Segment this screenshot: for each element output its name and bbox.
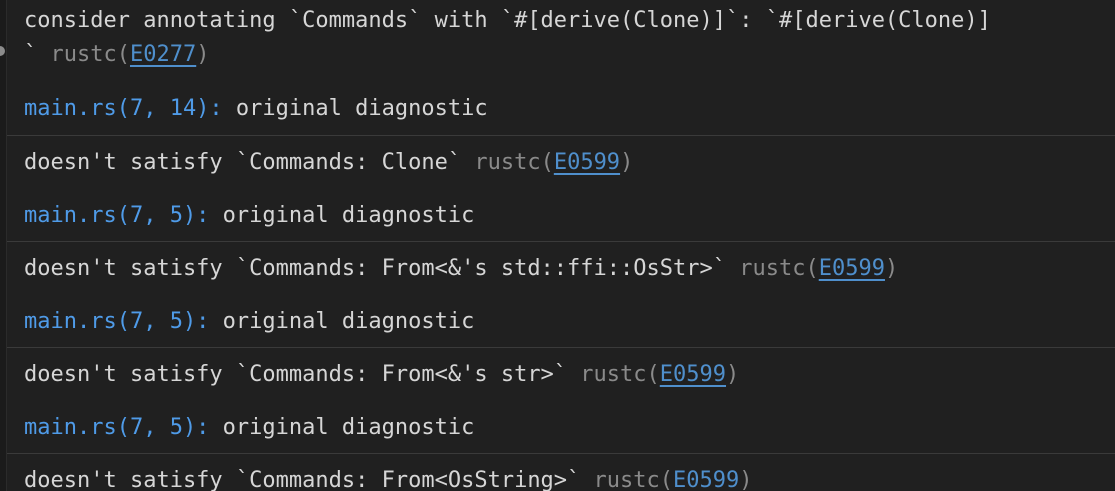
- diagnostic-message-line: doesn't satisfy `Commands: From<&'s std:…: [24, 250, 1115, 287]
- related-text: original diagnostic: [209, 203, 475, 228]
- diagnostic-entry: consider annotating `Commands` with `#[d…: [7, 0, 1115, 136]
- paren-close: ): [726, 362, 740, 387]
- diagnostic-source: rustc: [50, 42, 117, 67]
- diagnostic-message-line: doesn't satisfy `Commands: From<OsString…: [24, 462, 1115, 491]
- diagnostic-source: rustc: [593, 468, 660, 491]
- diagnostic-message: doesn't satisfy `Commands: Clone`: [24, 150, 475, 175]
- diagnostic-source: rustc: [580, 362, 647, 387]
- paren-open: (: [116, 42, 130, 67]
- error-code-link[interactable]: E0599: [554, 150, 620, 175]
- paren-open: (: [646, 362, 660, 387]
- diagnostic-message-line: doesn't satisfy `Commands: Clone` rustc(…: [24, 144, 1115, 181]
- diagnostic-message-line: consider annotating `Commands` with `#[d…: [24, 0, 1115, 37]
- paren-close: ): [620, 150, 634, 175]
- diagnostic-entry: doesn't satisfy `Commands: Clone` rustc(…: [7, 136, 1115, 242]
- error-code-link[interactable]: E0599: [819, 256, 885, 281]
- paren-close: ): [196, 42, 210, 67]
- diagnostic-message-line: ` rustc(E0277): [24, 37, 1115, 73]
- related-information: main.rs(7, 5): original diagnostic: [24, 197, 1115, 234]
- diagnostic-message: consider annotating `Commands` with `#[d…: [24, 8, 991, 33]
- paren-close: ): [739, 468, 753, 491]
- editor-gutter-edge: [0, 0, 7, 491]
- diagnostics-hover-panel: consider annotating `Commands` with `#[d…: [7, 0, 1115, 491]
- related-text: original diagnostic: [209, 309, 475, 334]
- paren-open: (: [805, 256, 819, 281]
- diagnostic-source: rustc: [739, 256, 806, 281]
- diagnostic-source: rustc: [474, 150, 541, 175]
- related-information: main.rs(7, 5): original diagnostic: [24, 303, 1115, 340]
- diagnostic-entry: doesn't satisfy `Commands: From<&'s std:…: [7, 242, 1115, 348]
- paren-open: (: [540, 150, 554, 175]
- related-location-link[interactable]: main.rs(7, 5):: [24, 415, 209, 440]
- diagnostic-message-continuation: `: [24, 42, 51, 67]
- paren-close: ): [884, 256, 899, 281]
- error-code-link[interactable]: E0599: [673, 468, 739, 491]
- error-code-link[interactable]: E0599: [660, 362, 726, 387]
- related-information: main.rs(7, 5): original diagnostic: [24, 409, 1115, 446]
- related-text: original diagnostic: [222, 96, 488, 121]
- related-text: original diagnostic: [209, 415, 475, 440]
- related-information: main.rs(7, 14): original diagnostic: [24, 90, 1115, 127]
- related-location-link[interactable]: main.rs(7, 5):: [24, 309, 209, 334]
- diagnostic-entry: doesn't satisfy `Commands: From<OsString…: [7, 454, 1115, 491]
- diagnostic-entry: doesn't satisfy `Commands: From<&'s str>…: [7, 348, 1115, 454]
- diagnostic-message: doesn't satisfy `Commands: From<&'s str>…: [24, 362, 581, 387]
- paren-open: (: [659, 468, 674, 491]
- diagnostic-message-line: doesn't satisfy `Commands: From<&'s str>…: [24, 356, 1115, 393]
- related-location-link[interactable]: main.rs(7, 14):: [24, 96, 223, 121]
- diagnostic-message: doesn't satisfy `Commands: From<&'s std:…: [24, 256, 740, 281]
- related-location-link[interactable]: main.rs(7, 5):: [24, 203, 209, 228]
- diagnostic-message: doesn't satisfy `Commands: From<OsString…: [24, 468, 594, 491]
- error-code-link[interactable]: E0277: [130, 42, 196, 67]
